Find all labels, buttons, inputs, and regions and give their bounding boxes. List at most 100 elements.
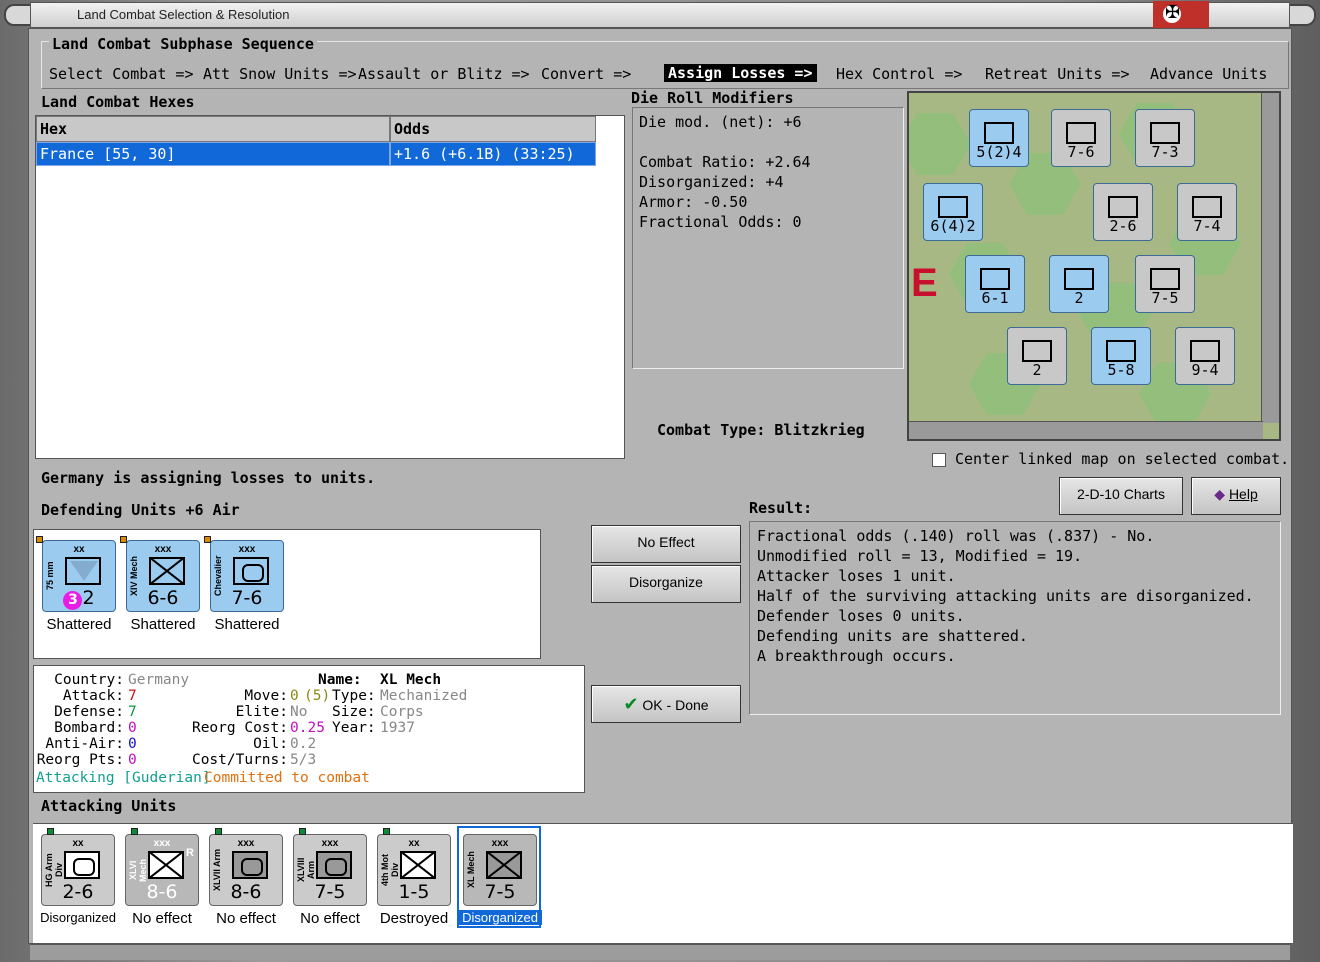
map-counter[interactable]: 5(2)4	[969, 109, 1029, 167]
combat-type-label: Combat Type:	[657, 421, 766, 439]
window-frame: Land Combat Selection & Resolution Land …	[0, 0, 1320, 962]
map-counter[interactable]: 2-6	[1093, 183, 1153, 241]
armor-symbol-icon	[316, 851, 352, 879]
map-vertical-scrollbar[interactable]	[1261, 93, 1279, 423]
unit-strength: 6-6	[147, 587, 179, 609]
result-line: Defender loses 0 units.	[757, 607, 965, 625]
cost-turns-label: Cost/Turns:	[191, 752, 288, 768]
table-row-odds[interactable]: +1.6 (+6.1B) (33:25)	[390, 142, 596, 166]
reorg-cost-label: Reorg Cost:	[191, 720, 288, 736]
col-header-hex[interactable]: Hex	[36, 116, 390, 142]
seq-step-advance: Advance Units	[1150, 65, 1268, 83]
attack-label: Attack:	[62, 688, 124, 704]
unit-circle-number: 3	[63, 591, 83, 610]
col-header-odds[interactable]: Odds	[390, 116, 596, 142]
charts-button[interactable]: 2-D-10 Charts	[1059, 477, 1183, 515]
map-counter[interactable]: 6(4)2	[923, 183, 983, 241]
infantry-symbol-icon	[148, 851, 184, 879]
map-counter[interactable]: 5-8	[1091, 327, 1151, 385]
no-effect-button[interactable]: No Effect	[591, 525, 741, 563]
defending-result: Shattered	[130, 616, 196, 633]
armor-symbol-icon	[232, 851, 268, 879]
year-label: Year:	[332, 720, 376, 736]
type-label: Type:	[332, 688, 376, 704]
attacking-unit-4th-mot[interactable]: xx 4th Mot Div 1-5	[377, 834, 451, 906]
map-counter[interactable]: 2	[1007, 327, 1067, 385]
attacking-result: No effect	[300, 910, 360, 927]
center-map-checkbox[interactable]	[932, 453, 946, 467]
map-counter[interactable]: 7-4	[1177, 183, 1237, 241]
antiair-value: 0	[128, 736, 137, 752]
unit-size: xxx	[238, 544, 256, 555]
move-value: 0	[290, 688, 299, 704]
unit-strength: 8-6	[230, 881, 262, 903]
seq-step-assault-blitz: Assault or Blitz =>	[358, 65, 530, 83]
cost-turns-value: 5/3	[290, 752, 317, 768]
seq-step-hex-control: Hex Control =>	[836, 65, 963, 83]
title-bar: Land Combat Selection & Resolution	[30, 1, 1290, 29]
map-horizontal-scrollbar[interactable]	[909, 421, 1263, 439]
artillery-symbol-icon	[65, 557, 101, 585]
attacking-result: No effect	[216, 910, 276, 927]
attacking-unit-xlvi-mech[interactable]: xxx XLVI Mech R 8-6	[125, 834, 199, 906]
infantry-symbol-icon	[149, 557, 185, 585]
ok-done-label: OK - Done	[642, 697, 709, 713]
sequence-title: Land Combat Subphase Sequence	[49, 35, 317, 53]
reorg-cost-value: 0.25	[290, 720, 325, 736]
map-counter[interactable]: 2	[1049, 255, 1109, 313]
result-line: Half of the surviving attacking units ar…	[757, 587, 1254, 605]
combat-hexes-title: Land Combat Hexes	[41, 93, 195, 111]
result-title: Result:	[749, 499, 813, 517]
seq-step-convert: Convert =>	[541, 65, 632, 83]
unit-strength: 8-6	[146, 881, 178, 903]
combat-type: Combat Type: Blitzkrieg	[657, 421, 865, 439]
defending-unit-75mm[interactable]: xx 75 mm 32	[42, 540, 116, 612]
year-value: 1937	[380, 720, 415, 736]
drm-line-blank	[639, 132, 897, 152]
oil-label: Oil:	[253, 736, 288, 752]
size-label: Size:	[332, 704, 376, 720]
unit-strength: 1-5	[398, 881, 430, 903]
attacking-result: Disorganized	[458, 910, 542, 925]
attacking-unit-hg-arm[interactable]: xx HG Arm Div 2-6	[41, 834, 115, 906]
linked-map[interactable]: E 5(2)4 7-6 7-3 6(4)2 2-6 7-4 6-1 2 7-5 …	[907, 91, 1281, 441]
result-line: Attacker loses 1 unit.	[757, 567, 956, 585]
committed-status: Committed to combat	[204, 770, 370, 786]
map-counter[interactable]: 7-5	[1135, 255, 1195, 313]
antiair-label: Anti-Air:	[45, 736, 124, 752]
attacking-unit-xlviii-arm[interactable]: xxx XLVIII Arm 7-5	[293, 834, 367, 906]
unit-size: xxx	[237, 838, 255, 849]
map-counter[interactable]: 6-1	[965, 255, 1025, 313]
drm-line: Armor: -0.50	[639, 193, 748, 211]
attack-value: 7	[128, 688, 137, 704]
name-value: XL Mech	[380, 672, 442, 688]
move-paren: (5)	[304, 688, 331, 704]
defending-unit-chevalier[interactable]: xxx Chevalier 7-6	[210, 540, 284, 612]
disorganize-button[interactable]: Disorganize	[591, 565, 741, 603]
country-value: Germany	[128, 672, 190, 688]
oil-value: 0.2	[290, 736, 317, 752]
unit-size: xxx	[491, 838, 509, 849]
attacking-unit-xl-mech[interactable]: xxx XL Mech 7-5	[463, 834, 537, 906]
unit-size: xx	[408, 838, 420, 849]
unit-size: xx	[72, 838, 84, 849]
status-text: Germany is assigning losses to units.	[41, 469, 376, 487]
reorg-pts-value: 0	[128, 752, 137, 768]
seq-step-select-combat: Select Combat =>	[49, 65, 194, 83]
unit-strength: 7-5	[484, 881, 516, 903]
result-line: Defending units are shattered.	[757, 627, 1028, 645]
help-label: Help	[1228, 486, 1258, 502]
center-map-label: Center linked map on selected combat.	[955, 450, 1290, 468]
map-counter[interactable]: 7-6	[1051, 109, 1111, 167]
map-counter[interactable]: 7-3	[1135, 109, 1195, 167]
help-button[interactable]: ◆ Help	[1191, 477, 1281, 515]
ok-done-button[interactable]: ✔ OK - Done	[591, 685, 741, 723]
table-row-hex[interactable]: France [55, 30]	[36, 142, 390, 166]
result-line: Fractional odds (.140) roll was (.837) -…	[757, 527, 1155, 545]
attacking-unit-xlvii-arm[interactable]: xxx XLVII Arm 8-6	[209, 834, 283, 906]
map-counter[interactable]: 9-4	[1175, 327, 1235, 385]
unit-reserve-flag: R	[186, 847, 194, 859]
defending-unit-xiv-mech[interactable]: xxx XIV Mech 6-6	[126, 540, 200, 612]
attacking-title: Attacking Units	[41, 797, 177, 815]
attacking-result: Disorganized	[40, 910, 116, 925]
